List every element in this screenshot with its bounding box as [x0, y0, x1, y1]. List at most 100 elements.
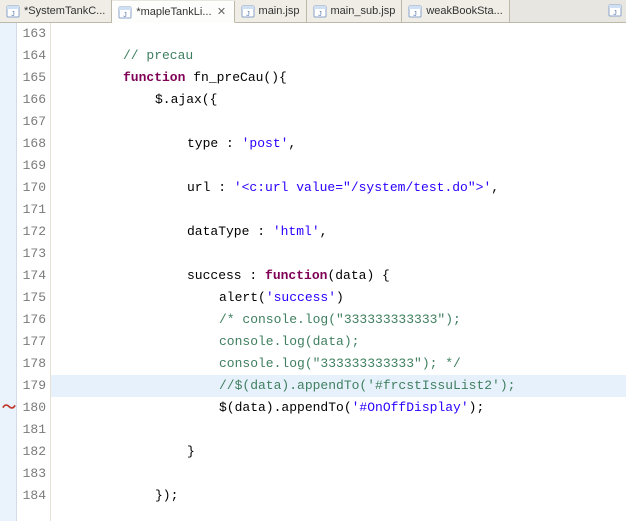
code-token: );: [469, 400, 485, 415]
code-line[interactable]: function fn_preCau(){: [51, 67, 626, 89]
line-number: 172: [17, 221, 46, 243]
line-number: 182: [17, 441, 46, 463]
code-line[interactable]: [51, 23, 626, 45]
svg-text:J: J: [124, 12, 128, 19]
line-number: 180: [17, 397, 46, 419]
code-line[interactable]: success : function(data) {: [51, 265, 626, 287]
tab-label: main.jsp: [259, 5, 300, 17]
code-editor[interactable]: ～ 16316416516616716816917017117217317417…: [0, 23, 626, 521]
code-line[interactable]: console.log(data);: [51, 331, 626, 353]
code-line[interactable]: [51, 199, 626, 221]
code-line[interactable]: $.ajax({: [51, 89, 626, 111]
line-number: 178: [17, 353, 46, 375]
code-line[interactable]: dataType : 'html',: [51, 221, 626, 243]
editor-tab[interactable]: J *mapleTankLi... ✕: [112, 1, 234, 23]
jsp-file-icon: J: [608, 3, 622, 20]
code-token: ,: [288, 136, 296, 151]
svg-text:J: J: [613, 10, 617, 17]
change-marker-icon: ～: [2, 397, 16, 417]
code-token: '#OnOffDisplay': [352, 400, 469, 415]
code-line[interactable]: [51, 463, 626, 485]
code-token: (data) {: [327, 268, 389, 283]
line-number: 168: [17, 133, 46, 155]
code-token: }: [187, 444, 195, 459]
line-number: 176: [17, 309, 46, 331]
tab-label: main_sub.jsp: [331, 5, 396, 17]
line-number: 175: [17, 287, 46, 309]
code-token: function: [265, 268, 327, 283]
code-token: function: [123, 70, 185, 85]
tab-overflow[interactable]: J: [604, 0, 626, 22]
code-line[interactable]: });: [51, 485, 626, 507]
code-token: alert(: [219, 290, 266, 305]
editor-tab[interactable]: J *SystemTankC...: [0, 0, 112, 22]
line-number: 184: [17, 485, 46, 507]
code-token: ,: [491, 180, 499, 195]
code-line[interactable]: alert('success'): [51, 287, 626, 309]
jsp-file-icon: J: [408, 4, 422, 18]
line-number: 183: [17, 463, 46, 485]
line-number: 170: [17, 177, 46, 199]
editor-tab[interactable]: J main_sub.jsp: [307, 0, 403, 22]
code-token: url :: [187, 180, 234, 195]
code-token: 'success': [266, 290, 336, 305]
code-line[interactable]: // precau: [51, 45, 626, 67]
line-number: 174: [17, 265, 46, 287]
code-line[interactable]: [51, 243, 626, 265]
code-line[interactable]: type : 'post',: [51, 133, 626, 155]
line-number: 171: [17, 199, 46, 221]
line-number: 177: [17, 331, 46, 353]
code-line[interactable]: url : '<c:url value="/system/test.do">',: [51, 177, 626, 199]
close-tab-icon[interactable]: ✕: [216, 5, 228, 18]
line-number: 163: [17, 23, 46, 45]
marker-gutter: ～: [0, 23, 17, 521]
line-number: 167: [17, 111, 46, 133]
code-area[interactable]: // precaufunction fn_preCau(){$.ajax({ty…: [51, 23, 626, 521]
line-number: 165: [17, 67, 46, 89]
code-token: });: [155, 488, 178, 503]
code-token: 'post': [242, 136, 289, 151]
code-token: 'html': [273, 224, 320, 239]
tab-label: *mapleTankLi...: [136, 6, 211, 18]
editor-tab[interactable]: J main.jsp: [235, 0, 307, 22]
code-line[interactable]: [51, 419, 626, 441]
line-number: 179: [17, 375, 46, 397]
svg-text:J: J: [246, 11, 250, 18]
code-line[interactable]: [51, 155, 626, 177]
code-line[interactable]: console.log("333333333333"); */: [51, 353, 626, 375]
code-token: '<c:url value="/system/test.do">': [234, 180, 491, 195]
jsp-file-icon: J: [6, 4, 20, 18]
jsp-file-icon: J: [313, 4, 327, 18]
svg-text:J: J: [414, 11, 418, 18]
code-token: ): [336, 290, 344, 305]
line-number: 169: [17, 155, 46, 177]
code-token: // precau: [123, 48, 193, 63]
line-number: 173: [17, 243, 46, 265]
code-line[interactable]: [51, 111, 626, 133]
code-token: dataType :: [187, 224, 273, 239]
line-number: 181: [17, 419, 46, 441]
code-line[interactable]: $(data).appendTo('#OnOffDisplay');: [51, 397, 626, 419]
line-number-gutter: 1631641651661671681691701711721731741751…: [17, 23, 51, 521]
svg-text:J: J: [11, 11, 15, 18]
tab-label: weakBookSta...: [426, 5, 502, 17]
line-number: 166: [17, 89, 46, 111]
code-token: type :: [187, 136, 242, 151]
code-token: $(data).appendTo(: [219, 400, 352, 415]
code-token: console.log("333333333333"); */: [219, 356, 461, 371]
code-line[interactable]: //$(data).appendTo('#frcstIssuList2');: [51, 375, 626, 397]
code-line[interactable]: }: [51, 441, 626, 463]
svg-text:J: J: [318, 11, 322, 18]
editor-tab[interactable]: J weakBookSta...: [402, 0, 509, 22]
code-token: fn_preCau(){: [185, 70, 286, 85]
line-number: 164: [17, 45, 46, 67]
code-line[interactable]: /* console.log("333333333333");: [51, 309, 626, 331]
jsp-file-icon: J: [241, 4, 255, 18]
code-token: success :: [187, 268, 265, 283]
jsp-file-icon: J: [118, 5, 132, 19]
editor-tab-bar: J *SystemTankC... J *mapleTankLi... ✕ J m…: [0, 0, 626, 23]
code-token: console.log(data);: [219, 334, 359, 349]
code-token: //$(data).appendTo('#frcstIssuList2');: [219, 378, 515, 393]
code-token: ,: [320, 224, 328, 239]
tab-label: *SystemTankC...: [24, 5, 105, 17]
